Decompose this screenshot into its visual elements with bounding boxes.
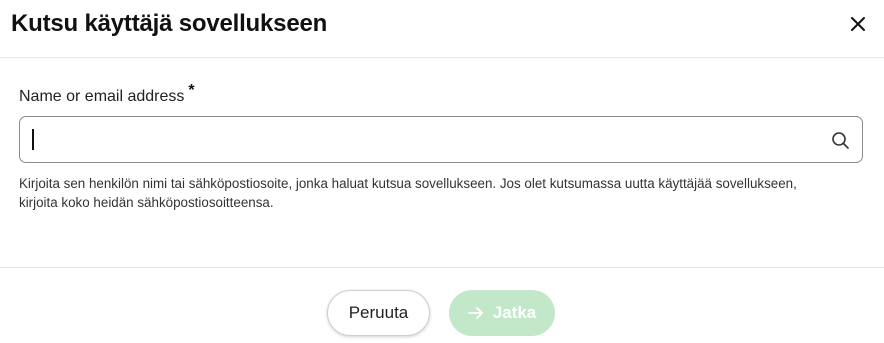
close-icon: [850, 16, 866, 35]
cancel-button[interactable]: Peruuta: [327, 290, 430, 336]
text-caret: [32, 129, 34, 150]
continue-label: Jatka: [492, 303, 537, 322]
dialog-header: Kutsu käyttäjä sovellukseen: [0, 0, 884, 58]
dialog-body: Name or email address * Kirjoita sen henk…: [0, 59, 884, 267]
close-button[interactable]: [846, 13, 870, 37]
search-icon[interactable]: [831, 131, 850, 150]
field-label: Name or email address *: [19, 82, 195, 106]
required-mark: *: [188, 82, 195, 99]
name-or-email-input[interactable]: [32, 117, 812, 162]
continue-button[interactable]: Jatka: [449, 290, 555, 336]
dialog-title: Kutsu käyttäjä sovellukseen: [11, 10, 328, 37]
invite-user-dialog: Kutsu käyttäjä sovellukseen Name or emai…: [0, 0, 884, 343]
name-or-email-field[interactable]: [19, 116, 863, 163]
arrow-right-icon: [467, 306, 484, 320]
field-help-text: Kirjoita sen henkilön nimi tai sähköpost…: [19, 176, 797, 210]
dialog-footer: Peruuta Jatka: [0, 267, 884, 343]
field-label-text: Name or email address: [19, 88, 185, 105]
